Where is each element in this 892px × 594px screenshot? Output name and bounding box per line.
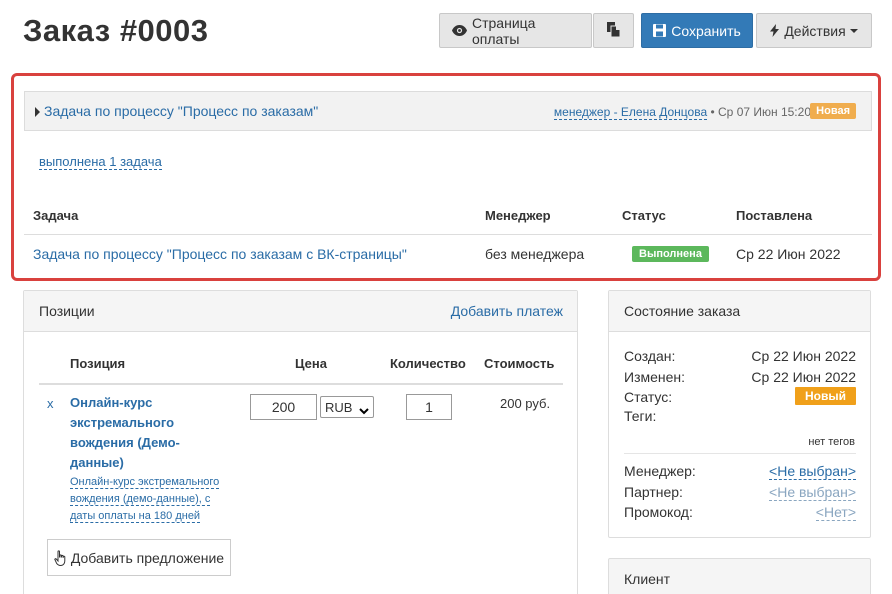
partner-label: Партнер: xyxy=(624,484,683,500)
client-panel: Клиент xyxy=(608,558,871,594)
task-manager-link[interactable]: менеджер - Елена Донцова xyxy=(553,105,708,120)
positions-panel: Позиции Добавить платеж Позиция Цена Кол… xyxy=(23,290,578,594)
copy-icon xyxy=(607,21,621,40)
task-row-link[interactable]: Задача по процессу "Процесс по заказам с… xyxy=(33,246,407,262)
col-price: Цена xyxy=(295,356,327,371)
modified-label: Изменен: xyxy=(624,369,686,385)
actions-dropdown[interactable]: Действия xyxy=(756,13,872,48)
col-status: Статус xyxy=(622,208,666,223)
client-title: Клиент xyxy=(624,571,671,587)
status-row: Статус: Новый xyxy=(624,387,856,405)
order-state-title: Состояние заказа xyxy=(624,303,741,319)
task-header[interactable]: Задача по процессу "Процесс по заказам" … xyxy=(24,91,872,131)
col-quantity: Количество xyxy=(390,356,466,371)
quantity-input[interactable]: 1 xyxy=(406,394,452,420)
tags-row: Теги: xyxy=(624,408,856,424)
partner-row: Партнер: <Не выбран> xyxy=(624,484,856,501)
promo-row: Промокод: <Нет> xyxy=(624,504,856,521)
payment-page-label: Страница оплаты xyxy=(472,14,536,47)
actions-label: Действия xyxy=(784,22,846,39)
item-cost: 200 руб. xyxy=(500,396,551,411)
created-row: Создан: Ср 22 Июн 2022 xyxy=(624,348,856,364)
page-title: Заказ #0003 xyxy=(23,13,209,48)
task-meta: менеджер - Елена Донцова • Ср 07 Июн 15:… xyxy=(553,105,811,120)
modified-row: Изменен: Ср 22 Июн 2022 xyxy=(624,369,856,385)
item-name-link[interactable]: Онлайн-курс экстремального вождения (Дем… xyxy=(70,393,200,473)
tags-label: Теги: xyxy=(624,408,657,424)
toolbar: Страница оплаты Сохранить Действия xyxy=(439,13,872,48)
currency-select[interactable]: RUB xyxy=(320,396,374,418)
tags-value: нет тегов xyxy=(808,436,855,448)
completed-tasks-link[interactable]: выполнена 1 задача xyxy=(39,154,162,170)
copy-button[interactable] xyxy=(593,13,634,48)
bolt-icon xyxy=(770,24,780,37)
col-position: Позиция xyxy=(70,356,126,371)
process-task-link[interactable]: Задача по процессу "Процесс по заказам" xyxy=(44,103,318,119)
add-offer-button[interactable]: Добавить предложение xyxy=(47,539,231,576)
caret-down-icon xyxy=(849,28,858,33)
task-row-created: Ср 22 Июн 2022 xyxy=(736,246,841,262)
divider xyxy=(624,453,856,454)
caret-right-icon[interactable] xyxy=(35,107,40,117)
payment-page-button[interactable]: Страница оплаты xyxy=(439,13,592,48)
created-value: Ср 22 Июн 2022 xyxy=(751,348,856,364)
hand-pointer-icon xyxy=(54,549,67,566)
promo-select-link[interactable]: <Нет> xyxy=(815,504,856,521)
save-button[interactable]: Сохранить xyxy=(641,13,753,48)
positions-header: Позиции Добавить платеж xyxy=(24,291,577,332)
chevron-down-icon xyxy=(359,403,369,418)
add-payment-link[interactable]: Добавить платеж xyxy=(451,303,563,319)
modified-value: Ср 22 Июн 2022 xyxy=(751,369,856,385)
floppy-icon xyxy=(653,24,667,37)
divider xyxy=(39,383,563,385)
manager-row: Менеджер: <Не выбран> xyxy=(624,463,856,480)
order-state-panel: Состояние заказа Создан: Ср 22 Июн 2022 … xyxy=(608,290,871,538)
task-row-status-badge: Выполнена xyxy=(632,246,709,262)
status-badge: Новая xyxy=(810,103,856,119)
save-label: Сохранить xyxy=(671,22,741,39)
promo-label: Промокод: xyxy=(624,504,693,520)
status-label: Статус: xyxy=(624,389,673,405)
created-label: Создан: xyxy=(624,348,676,364)
task-panel: Задача по процессу "Процесс по заказам" … xyxy=(11,73,881,281)
partner-select-link[interactable]: <Не выбран> xyxy=(769,484,856,501)
divider xyxy=(24,234,872,235)
order-state-header: Состояние заказа xyxy=(609,291,870,332)
col-created: Поставлена xyxy=(736,208,813,223)
price-input[interactable]: 200 xyxy=(250,394,317,420)
task-date: • Ср 07 Июн 15:20 xyxy=(710,105,811,119)
eye-icon xyxy=(452,25,467,36)
item-description[interactable]: Онлайн-курс экстремального вождения (дем… xyxy=(70,474,238,525)
col-task: Задача xyxy=(33,208,79,223)
add-offer-label: Добавить предложение xyxy=(70,549,225,566)
remove-item-button[interactable]: x xyxy=(47,396,54,411)
col-manager: Менеджер xyxy=(485,208,551,223)
order-status-badge[interactable]: Новый xyxy=(795,387,856,405)
col-cost: Стоимость xyxy=(484,356,555,371)
manager-label: Менеджер: xyxy=(624,463,696,479)
task-row-manager: без менеджера xyxy=(485,246,585,262)
positions-title: Позиции xyxy=(39,303,95,319)
manager-select-link[interactable]: <Не выбран> xyxy=(769,463,856,480)
